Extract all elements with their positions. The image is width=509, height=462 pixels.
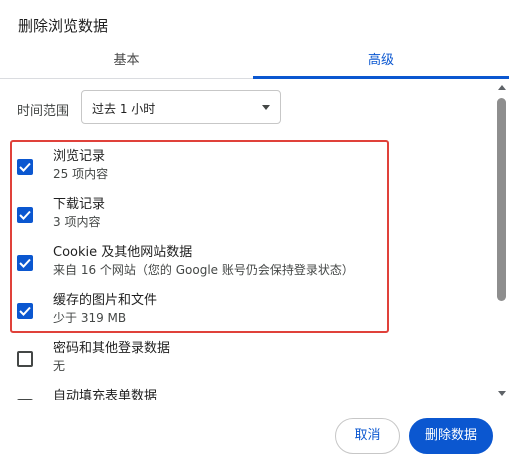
item-title: 自动填充表单数据 bbox=[53, 389, 158, 400]
checkbox-checked-icon[interactable] bbox=[17, 207, 33, 223]
checkbox-item-cookies[interactable]: Cookie 及其他网站数据 来自 16 个网站（您的 Google 账号仍会保… bbox=[0, 241, 480, 289]
checkbox-item-passwords[interactable]: 密码和其他登录数据 无 bbox=[0, 337, 480, 385]
time-range-label: 时间范围 bbox=[17, 104, 70, 119]
delete-data-button[interactable]: 删除数据 bbox=[409, 418, 493, 454]
time-range-select[interactable]: 过去 1 小时 bbox=[81, 90, 281, 124]
item-subtitle: 无 bbox=[53, 359, 66, 373]
checkbox-item-autofill[interactable]: 自动填充表单数据 bbox=[0, 385, 480, 400]
item-subtitle: 25 项内容 bbox=[53, 167, 109, 181]
time-range-value: 过去 1 小时 bbox=[92, 102, 156, 116]
item-subtitle: 少于 319 MB bbox=[53, 311, 127, 325]
scrollbar-thumb[interactable] bbox=[497, 98, 506, 301]
tab-bar: 基本 高级 bbox=[0, 44, 509, 79]
checkbox-item-browsing-history[interactable]: 浏览记录 25 项内容 bbox=[0, 145, 480, 193]
checkbox-checked-icon[interactable] bbox=[17, 255, 33, 271]
tab-advanced[interactable]: 高级 bbox=[253, 44, 509, 79]
checkbox-item-download-history[interactable]: 下载记录 3 项内容 bbox=[0, 193, 480, 241]
active-tab-indicator bbox=[253, 76, 509, 79]
checkbox-item-cached-images[interactable]: 缓存的图片和文件 少于 319 MB bbox=[0, 289, 480, 337]
item-title: Cookie 及其他网站数据 bbox=[53, 245, 193, 260]
checkbox-checked-icon[interactable] bbox=[17, 303, 33, 319]
settings-scroll-area[interactable]: 时间范围 过去 1 小时 浏览记录 25 项内容 下载记录 3 项内容 Cook… bbox=[0, 80, 509, 400]
scroll-down-arrow-icon[interactable] bbox=[498, 391, 506, 396]
item-title: 密码和其他登录数据 bbox=[53, 341, 171, 356]
scroll-up-arrow-icon[interactable] bbox=[498, 85, 506, 90]
clear-browsing-data-dialog: 删除浏览数据 基本 高级 时间范围 过去 1 小时 浏览记录 25 项内容 下载… bbox=[0, 0, 509, 462]
checkbox-unchecked-icon[interactable] bbox=[17, 399, 33, 400]
dialog-title: 删除浏览数据 bbox=[18, 17, 109, 35]
tab-basic[interactable]: 基本 bbox=[0, 44, 253, 79]
checkbox-unchecked-icon[interactable] bbox=[17, 351, 33, 367]
item-title: 缓存的图片和文件 bbox=[53, 293, 158, 308]
item-title: 浏览记录 bbox=[53, 149, 106, 164]
item-subtitle: 来自 16 个网站（您的 Google 账号仍会保持登录状态） bbox=[53, 263, 354, 277]
vertical-scrollbar[interactable] bbox=[494, 80, 509, 400]
checkbox-checked-icon[interactable] bbox=[17, 159, 33, 175]
dropdown-arrow-icon bbox=[262, 105, 270, 110]
cancel-button[interactable]: 取消 bbox=[335, 418, 400, 454]
item-subtitle: 3 项内容 bbox=[53, 215, 101, 229]
item-title: 下载记录 bbox=[53, 197, 106, 212]
